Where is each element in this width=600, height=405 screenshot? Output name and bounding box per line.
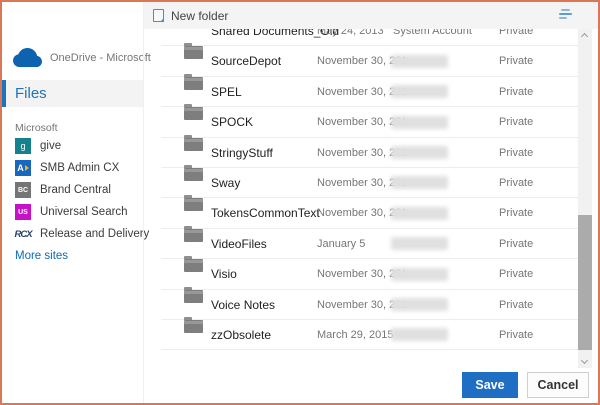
redacted-modified-by [391,116,448,129]
sharing-status: Private [499,320,533,350]
admin-arrow-icon [25,165,29,171]
give-site-icon: g [15,138,31,154]
redacted-modified-by [391,328,448,341]
folder-icon [184,46,203,59]
site-list: ggive A SMB Admin CX BC Brand Central US Unive… [15,135,139,245]
onedrive-folder-picker-dialog: OneDrive - Microsoft Files Microsoft ggi… [0,0,600,405]
scroll-down-icon[interactable] [581,357,588,364]
folder-icon [184,168,203,181]
sharing-status: Private [499,138,533,168]
sidebar-item-universal-search[interactable]: US Universal Search [15,201,139,223]
sharing-status: Private [499,107,533,137]
folder-row[interactable]: zzObsolete March 29, 2015 Private [144,320,598,350]
folder-icon [184,107,203,120]
sidebar: OneDrive - Microsoft Files Microsoft ggi… [2,2,143,403]
brand-central-site-icon: BC [15,182,31,198]
redacted-modified-by [391,176,448,189]
more-sites-link[interactable]: More sites [15,250,68,262]
sharing-status: Private [499,29,533,46]
date-modified: March 29, 2015 [317,320,393,350]
save-button[interactable]: Save [462,372,518,398]
site-label: Universal Search [40,206,128,218]
modified-by: System Account [393,29,472,46]
folder-name: StringyStuff [211,138,273,168]
folder-icon [184,229,203,242]
folder-row[interactable]: SPOCKNovember 30, 201Private [144,107,598,137]
selected-indicator [2,80,6,107]
onedrive-account: OneDrive - Microsoft [13,48,151,67]
sharing-status: Private [499,290,533,320]
main-panel: New folder Shared Documents_OldMay 24, 2… [143,2,598,403]
onedrive-cloud-icon [13,48,42,67]
scrollbar-thumb[interactable] [578,215,592,350]
date-modified: January 5 [317,229,365,259]
sort-view-icon[interactable] [559,9,572,22]
scroll-up-icon[interactable] [581,33,588,40]
cancel-button[interactable]: Cancel [527,372,589,398]
redacted-modified-by [391,55,448,68]
folder-name: SourceDepot [211,46,281,76]
redacted-modified-by [391,237,448,250]
folder-row[interactable]: TokensCommonTextNovember 30, 201Private [144,198,598,228]
folder-row[interactable]: VisioNovember 30, 201Private [144,259,598,289]
release-and-delivery-site-icon: RCX [15,226,31,242]
date-modified: May 24, 2013 [317,29,384,46]
sharing-status: Private [499,259,533,289]
universal-search-site-icon: US [15,204,31,220]
redacted-modified-by [391,207,448,220]
sidebar-item-files[interactable]: Files [2,80,143,107]
sharing-status: Private [499,229,533,259]
sidebar-item-brand-central[interactable]: BC Brand Central [15,179,139,201]
redacted-modified-by [391,146,448,159]
site-label: Brand Central [40,184,111,196]
scrollbar[interactable] [578,29,592,368]
sharing-status: Private [499,168,533,198]
redacted-modified-by [391,85,448,98]
folder-icon [184,138,203,151]
folder-icon [184,77,203,90]
sidebar-item-release-and-delivery[interactable]: RCXRelease and Delivery [15,223,139,245]
command-bar: New folder [144,2,598,29]
folder-icon [184,259,203,272]
folder-icon [184,320,203,333]
folder-icon [184,198,203,211]
sidebar-item-give[interactable]: ggive [15,135,139,157]
folder-name: Sway [211,168,240,198]
new-folder-label: New folder [171,9,228,23]
files-nav-label: Files [15,85,47,102]
sites-section-label: Microsoft [15,122,58,134]
sharing-status: Private [499,77,533,107]
folder-name: SPOCK [211,107,253,137]
sidebar-item-smb-admin-cx[interactable]: A SMB Admin CX [15,157,139,179]
site-label: give [40,140,61,152]
folder-name: zzObsolete [211,320,271,350]
sharing-status: Private [499,198,533,228]
account-label: OneDrive - Microsoft [50,52,151,64]
redacted-modified-by [391,268,448,281]
redacted-modified-by [391,298,448,311]
folder-row[interactable]: SPELNovember 30, 201Private [144,77,598,107]
folder-name: TokensCommonText [211,198,320,228]
folder-row[interactable]: SwayNovember 30, 201Private [144,168,598,198]
folder-row[interactable]: Shared Documents_OldMay 24, 2013System A… [144,29,598,46]
folder-name: Voice Notes [211,290,275,320]
site-label: SMB Admin CX [40,162,119,174]
folder-row[interactable]: StringyStuffNovember 30, 201Private [144,138,598,168]
folder-row[interactable]: SourceDepotNovember 30, 201Private [144,46,598,76]
new-folder-icon [153,9,164,22]
folder-row[interactable]: Voice NotesNovember 30, 201Private [144,290,598,320]
folder-list: Shared Documents_OldMay 24, 2013System A… [144,29,598,353]
folder-name: VideoFiles [211,229,267,259]
site-label: Release and Delivery [40,228,149,240]
folder-row[interactable]: VideoFiles January 5 Private [144,229,598,259]
new-folder-button[interactable]: New folder [153,2,228,29]
folder-name: SPEL [211,77,242,107]
sharing-status: Private [499,46,533,76]
folder-icon [184,290,203,303]
folder-name: Visio [211,259,237,289]
smb-admin-cx-site-icon: A [15,160,31,176]
